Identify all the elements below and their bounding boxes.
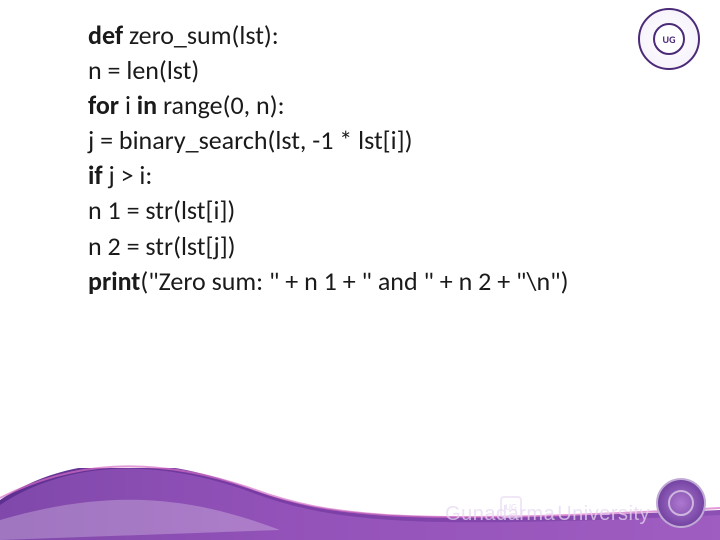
code-line-1: def zero_sum(lst):	[88, 18, 680, 53]
code-text: i	[119, 89, 137, 121]
code-line-4: j = binary_search(lst, -1 * lst[i])	[88, 123, 680, 158]
code-line-3: for i in range(0, n):	[88, 88, 680, 123]
code-line-6: n 1 = str(lst[i])	[88, 193, 680, 228]
code-block: def zero_sum(lst): n = len(lst) for i in…	[88, 18, 680, 299]
footer-logo-inner-icon	[668, 490, 694, 516]
keyword-for: for	[88, 89, 119, 121]
code-text: j > i:	[103, 159, 153, 191]
code-line-5: if j > i:	[88, 158, 680, 193]
keyword-in: in	[137, 89, 157, 121]
keyword-def: def	[88, 19, 123, 51]
brand-name: Gunadarma	[445, 503, 555, 526]
code-text: range(0, n):	[157, 89, 284, 121]
footer-logo-icon	[656, 478, 706, 528]
slide: UG def zero_sum(lst): n = len(lst) for i…	[0, 0, 720, 540]
brand-text: Gunadarma University	[445, 503, 650, 526]
code-line-2: n = len(lst)	[88, 53, 680, 88]
code-line-8: print("Zero sum: " + n 1 + " and " + n 2…	[88, 264, 680, 299]
code-line-7: n 2 = str(lst[j])	[88, 229, 680, 264]
code-text: ("Zero sum: " + n 1 + " and " + n 2 + "\…	[140, 265, 568, 297]
footer-banner: UG Gunadarma University	[0, 445, 720, 540]
keyword-print: print	[88, 265, 140, 297]
keyword-if: if	[88, 159, 103, 191]
brand-suffix: University	[557, 503, 650, 526]
code-text: zero_sum(lst):	[123, 19, 279, 51]
